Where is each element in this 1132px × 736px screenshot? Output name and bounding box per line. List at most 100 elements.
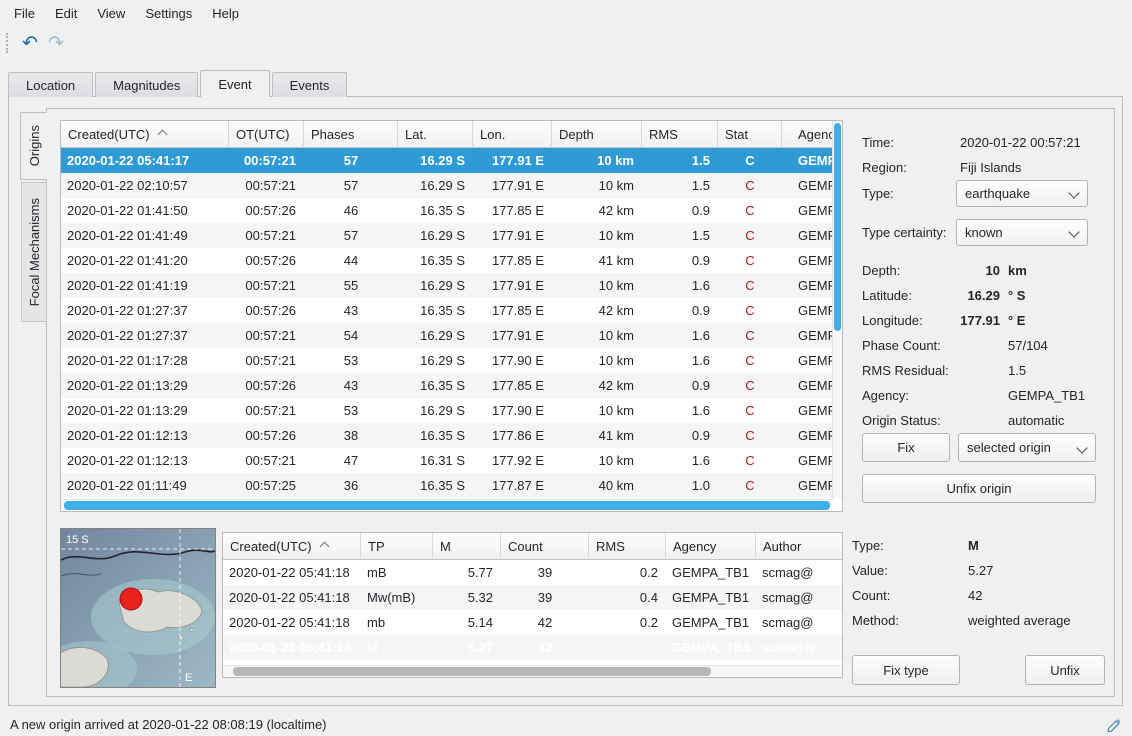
table-cell[interactable]: 0.9 — [642, 248, 718, 273]
column-header[interactable]: RMS — [642, 121, 718, 148]
table-cell[interactable]: 39 — [501, 585, 589, 610]
table-cell[interactable]: 00:57:21 — [229, 448, 304, 473]
table-cell[interactable]: scmag@ — [756, 610, 842, 635]
table-cell[interactable]: 00:57:21 — [229, 348, 304, 373]
table-cell[interactable]: 2020-01-22 01:41:50 — [61, 198, 229, 223]
table-cell[interactable]: 10 km — [552, 448, 642, 473]
table-cell[interactable]: 10 km — [552, 323, 642, 348]
table-cell[interactable]: scmag@ — [756, 585, 842, 610]
table-cell[interactable]: GEMPA_TB1 — [782, 373, 832, 398]
table-cell[interactable]: C — [718, 423, 782, 448]
table-cell[interactable]: GEMPA_TB1 — [666, 585, 756, 610]
side-tab-origins[interactable]: Origins — [20, 112, 47, 180]
table-cell[interactable]: 53 — [304, 398, 398, 423]
table-cell[interactable]: 2020-01-22 01:17:28 — [61, 348, 229, 373]
table-cell[interactable]: 57 — [304, 223, 398, 248]
table-cell[interactable]: 43 — [304, 373, 398, 398]
column-header[interactable]: TP — [361, 533, 433, 560]
table-cell[interactable]: 0.9 — [642, 373, 718, 398]
table-cell[interactable]: 38 — [304, 423, 398, 448]
column-header[interactable]: OT(UTC) — [229, 121, 304, 148]
table-cell[interactable]: 16.35 S — [398, 423, 473, 448]
table-cell[interactable]: 177.85 E — [473, 298, 552, 323]
table-cell[interactable]: 2020-01-22 01:13:29 — [61, 373, 229, 398]
table-row[interactable]: 2020-01-22 01:12:1300:57:214716.31 S177.… — [61, 448, 832, 473]
table-cell[interactable]: 54 — [304, 323, 398, 348]
table-cell[interactable]: 00:57:21 — [229, 398, 304, 423]
table-cell[interactable]: 36 — [304, 473, 398, 498]
table-cell[interactable]: 47 — [304, 448, 398, 473]
table-cell[interactable] — [589, 635, 666, 660]
table-cell[interactable]: 16.29 S — [398, 148, 473, 173]
table-cell[interactable]: 2020-01-22 05:41:17 — [61, 148, 229, 173]
table-cell[interactable]: 0.9 — [642, 298, 718, 323]
column-header[interactable]: Agency — [782, 121, 832, 148]
table-cell[interactable]: 10 km — [552, 173, 642, 198]
table-cell[interactable]: C — [718, 348, 782, 373]
menu-settings[interactable]: Settings — [135, 2, 202, 25]
table-row[interactable]: 2020-01-22 01:27:3700:57:264316.35 S177.… — [61, 298, 832, 323]
table-cell[interactable]: 10 km — [552, 273, 642, 298]
table-cell[interactable]: 1.5 — [642, 223, 718, 248]
table-cell[interactable]: GEMPA_TB1 — [782, 398, 832, 423]
table-cell[interactable]: M — [361, 635, 433, 660]
table-cell[interactable]: GEMPA_TB1 — [782, 173, 832, 198]
table-cell[interactable]: 177.85 E — [473, 198, 552, 223]
table-cell[interactable]: 16.29 S — [398, 223, 473, 248]
table-cell[interactable]: 177.91 E — [473, 223, 552, 248]
table-cell[interactable]: C — [718, 448, 782, 473]
table-cell[interactable]: 1.0 — [642, 473, 718, 498]
table-cell[interactable]: 2020-01-22 01:41:19 — [61, 273, 229, 298]
table-cell[interactable]: 177.90 E — [473, 398, 552, 423]
column-header[interactable]: M — [433, 533, 501, 560]
column-header[interactable]: Lat. — [398, 121, 473, 148]
table-cell[interactable]: GEMPA_TB1 — [666, 560, 756, 585]
table-cell[interactable]: 1.5 — [642, 173, 718, 198]
table-cell[interactable]: 16.29 S — [398, 348, 473, 373]
table-row[interactable]: 2020-01-22 01:41:4900:57:215716.29 S177.… — [61, 223, 832, 248]
table-row[interactable]: 2020-01-22 01:41:2000:57:264416.35 S177.… — [61, 248, 832, 273]
table-cell[interactable]: C — [718, 473, 782, 498]
column-header[interactable]: Depth — [552, 121, 642, 148]
table-cell[interactable]: 16.35 S — [398, 198, 473, 223]
origins-vertical-scrollbar[interactable] — [832, 121, 842, 499]
table-cell[interactable]: C — [718, 198, 782, 223]
tab-events[interactable]: Events — [272, 72, 348, 97]
table-cell[interactable]: 0.2 — [589, 610, 666, 635]
fix-button[interactable]: Fix — [862, 433, 950, 462]
table-cell[interactable]: C — [718, 223, 782, 248]
table-cell[interactable]: 42 — [501, 610, 589, 635]
table-cell[interactable]: 5.32 — [433, 585, 501, 610]
column-header[interactable]: Phases — [304, 121, 398, 148]
type-certainty-combobox[interactable]: known — [956, 219, 1088, 246]
table-cell[interactable]: mB — [361, 560, 433, 585]
table-cell[interactable]: 2020-01-22 02:10:57 — [61, 173, 229, 198]
fix-type-button[interactable]: Fix type — [852, 655, 960, 685]
column-header[interactable]: Agency — [666, 533, 756, 560]
side-tab-focal-mechanisms[interactable]: Focal Mechanisms — [21, 182, 47, 322]
tab-location[interactable]: Location — [8, 72, 93, 97]
table-cell[interactable]: 5.77 — [433, 560, 501, 585]
column-header[interactable]: Created(UTC) — [61, 121, 229, 148]
table-cell[interactable]: 177.91 E — [473, 323, 552, 348]
table-cell[interactable]: GEMPA_TB1 — [782, 298, 832, 323]
table-cell[interactable]: C — [718, 248, 782, 273]
table-cell[interactable]: 0.2 — [589, 560, 666, 585]
table-cell[interactable]: 177.85 E — [473, 248, 552, 273]
table-cell[interactable]: 41 km — [552, 248, 642, 273]
table-cell[interactable]: 43 — [304, 298, 398, 323]
table-row[interactable]: 2020-01-22 05:41:18mB5.77390.2GEMPA_TB1s… — [223, 560, 842, 585]
table-row[interactable]: 2020-01-22 01:13:2900:57:215316.29 S177.… — [61, 398, 832, 423]
table-row[interactable]: 2020-01-22 05:41:18Mw(mB)5.32390.4GEMPA_… — [223, 585, 842, 610]
unfix-magnitude-button[interactable]: Unfix — [1025, 655, 1105, 685]
column-header[interactable]: Stat — [718, 121, 782, 148]
table-cell[interactable]: 16.29 S — [398, 173, 473, 198]
column-header[interactable]: Lon. — [473, 121, 552, 148]
table-cell[interactable]: 00:57:26 — [229, 198, 304, 223]
table-cell[interactable]: 16.35 S — [398, 248, 473, 273]
table-cell[interactable]: 2020-01-22 01:12:13 — [61, 423, 229, 448]
table-cell[interactable]: 0.4 — [589, 585, 666, 610]
scrollbar-thumb[interactable] — [64, 501, 830, 510]
table-cell[interactable]: 2020-01-22 01:11:49 — [61, 473, 229, 498]
table-cell[interactable]: 0.9 — [642, 198, 718, 223]
